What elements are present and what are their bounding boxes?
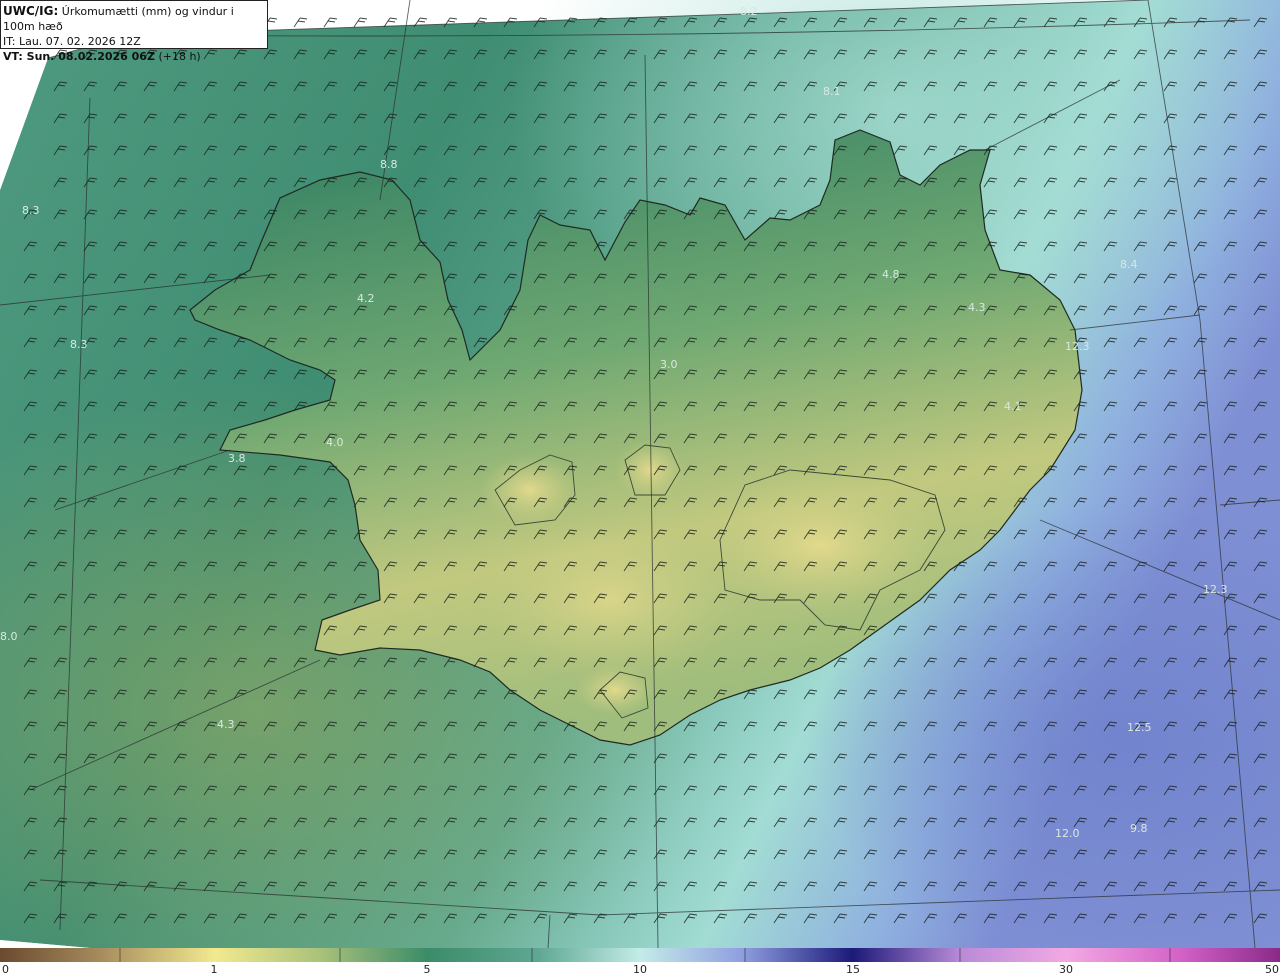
scale-tick: 15 xyxy=(846,963,860,976)
value-label: 8.2 xyxy=(740,5,758,18)
value-label: 8.0 xyxy=(0,630,18,643)
value-label: 3.8 xyxy=(228,452,246,465)
value-label: 4.3 xyxy=(217,718,235,731)
scale-tick: 50 xyxy=(1265,963,1279,976)
scale-tick: 30 xyxy=(1059,963,1073,976)
value-label: 8.3 xyxy=(22,204,40,217)
value-label: 8.3 xyxy=(70,338,88,351)
model-name: UWC/IG: xyxy=(3,4,59,18)
value-label: 4.1 xyxy=(1004,400,1022,413)
scale-tick: 10 xyxy=(633,963,647,976)
map-info-box: UWC/IG: Úrkomumætti (mm) og vindur i 100… xyxy=(0,0,268,63)
value-label: 12.3 xyxy=(1203,583,1228,596)
scale-tick: 0 xyxy=(2,963,9,976)
precipitable-water-map: 8.2 8.1 8.3 4.8 4.2 8.3 4.3 3.0 8.4 4.1 … xyxy=(0,0,1280,948)
value-label: 4.2 xyxy=(357,292,375,305)
value-label: 8.1 xyxy=(823,85,841,98)
value-label: 12.5 xyxy=(1127,721,1152,734)
value-label: 4.8 xyxy=(882,268,900,281)
valid-time: VT: Sun. 08.02.2026 06Z xyxy=(3,50,155,63)
value-label: 9.8 xyxy=(1130,822,1148,835)
color-scale-bar xyxy=(0,948,1280,962)
value-label: 12.0 xyxy=(1055,827,1080,840)
value-label: 8.4 xyxy=(1120,258,1138,271)
scale-tick: 1 xyxy=(210,963,218,976)
issue-time: IT: Lau. 07. 02. 2026 12Z xyxy=(3,35,141,48)
value-label: 8.8 xyxy=(380,158,398,171)
scale-tick: 5 xyxy=(423,963,431,976)
value-label: 4.3 xyxy=(968,301,986,314)
value-label: 4.0 xyxy=(326,436,344,449)
value-label: 12.3 xyxy=(1065,340,1090,353)
lead-time: (+18 h) xyxy=(158,50,201,63)
value-label: 3.0 xyxy=(660,358,678,371)
